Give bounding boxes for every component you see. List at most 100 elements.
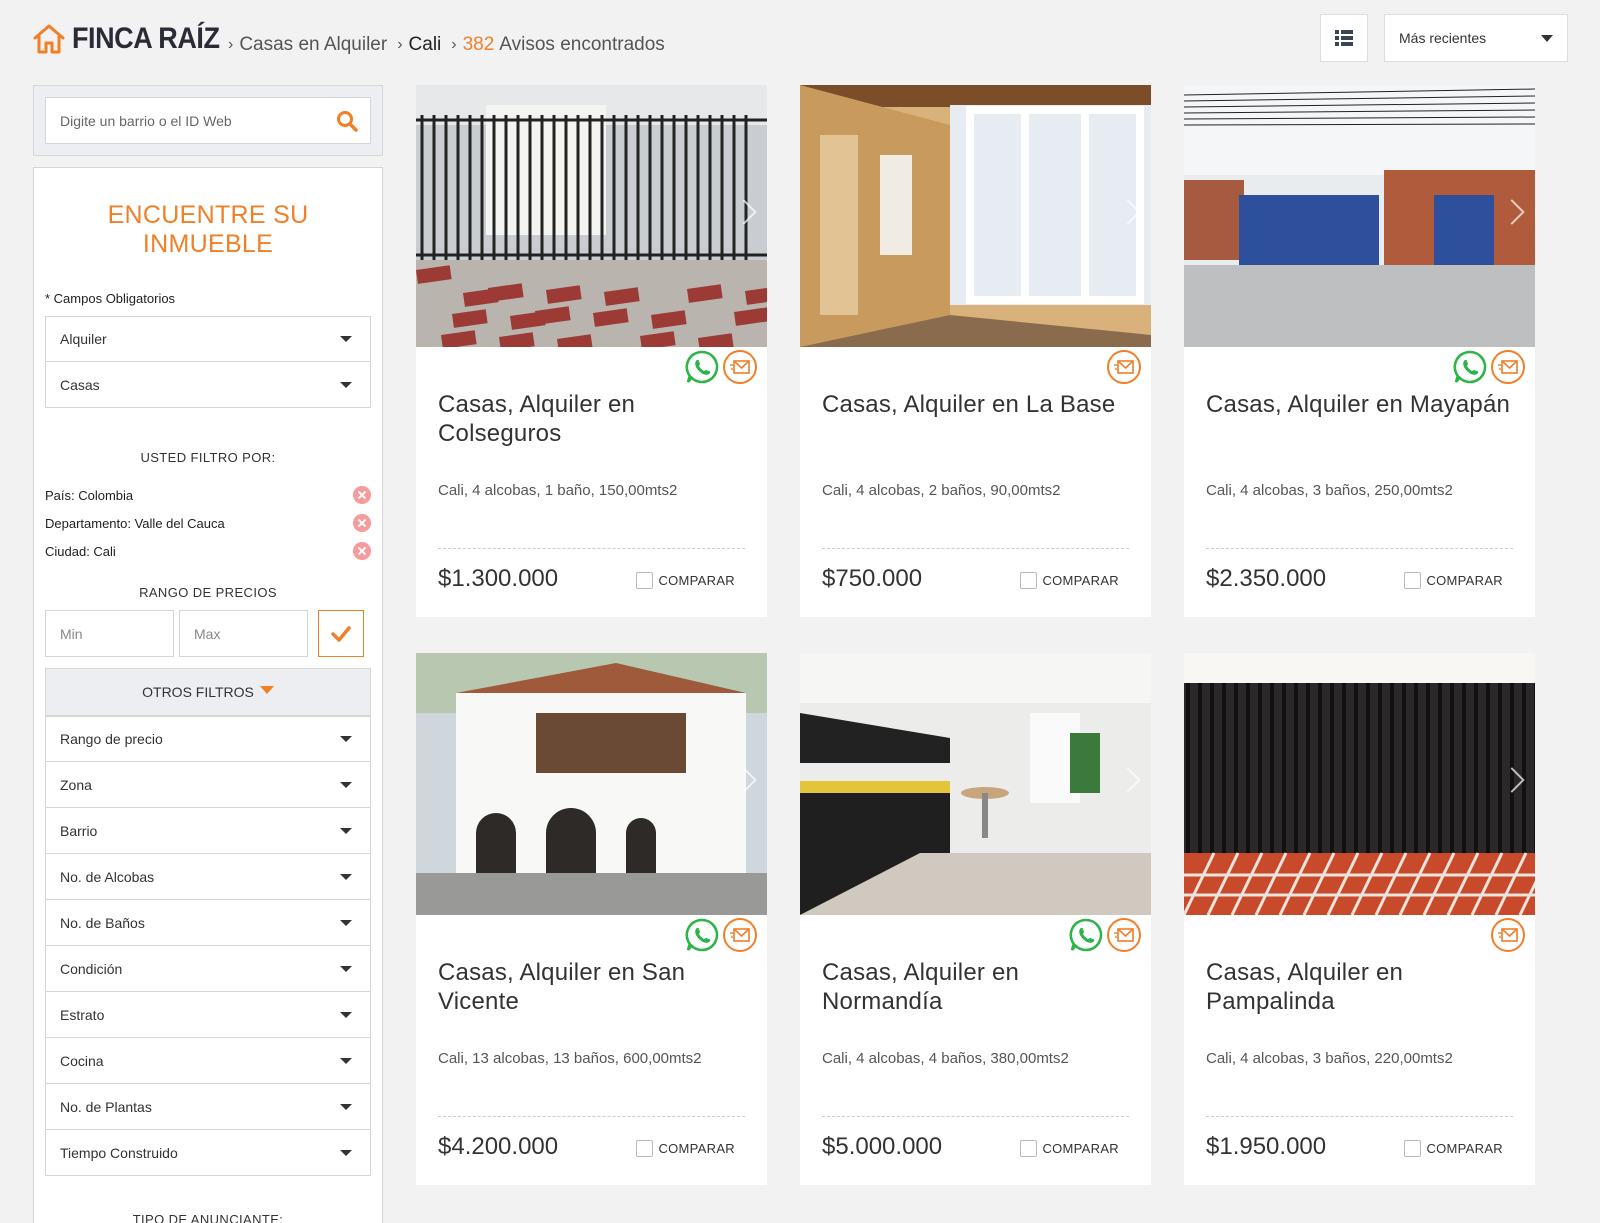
listing-photo[interactable]: [800, 85, 1151, 347]
filter-select-label: Tiempo Construido: [60, 1144, 178, 1161]
filter-select-label: Condición: [60, 960, 123, 977]
compare-checkbox[interactable]: COMPARAR: [636, 1140, 735, 1157]
listing-price: $4.200.000: [438, 1133, 559, 1160]
whatsapp-icon[interactable]: [685, 350, 719, 384]
listing-card[interactable]: Casas, Alquiler en Colseguros Cali, 4 alc…: [416, 85, 767, 617]
chevron-down-icon: [340, 873, 352, 880]
email-icon[interactable]: [1491, 918, 1525, 952]
email-icon[interactable]: [1107, 918, 1141, 952]
compare-label: COMPARAR: [1426, 573, 1503, 588]
list-view-button[interactable]: [1320, 14, 1368, 62]
compare-label: COMPARAR: [658, 1141, 735, 1156]
chevron-down-icon: [1541, 34, 1553, 42]
listing-photo-image: [416, 85, 767, 347]
filter-select[interactable]: Estrato: [45, 992, 371, 1038]
remove-filter-icon[interactable]: [353, 542, 371, 560]
listing-photo[interactable]: [800, 653, 1151, 915]
listing-photo-image: [1184, 85, 1535, 347]
listing-photo-image: [416, 653, 767, 915]
listing-card[interactable]: Casas, Alquiler en La Base Cali, 4 alcoba…: [800, 85, 1151, 617]
filter-select[interactable]: No. de Baños: [45, 900, 371, 946]
whatsapp-icon[interactable]: [1453, 350, 1487, 384]
listing-photo[interactable]: [416, 653, 767, 915]
filter-select[interactable]: No. de Plantas: [45, 1084, 371, 1130]
compare-checkbox[interactable]: COMPARAR: [1020, 572, 1119, 589]
required-note: * Campos Obligatorios: [45, 291, 176, 306]
checkbox-icon[interactable]: [1404, 572, 1422, 589]
listing-price: $1.300.000: [438, 565, 559, 592]
other-filters-toggle[interactable]: OTROS FILTROS: [45, 668, 371, 716]
result-count: 382: [462, 34, 495, 55]
listing-photo[interactable]: [1184, 85, 1535, 347]
listing-title[interactable]: Casas, Alquiler en Colseguros: [438, 390, 748, 448]
breadcrumb: › Casas en Alquiler › Cali › 382 Avisos …: [218, 34, 665, 56]
active-filter: Ciudad: Cali: [45, 537, 371, 565]
whatsapp-icon[interactable]: [1069, 918, 1103, 952]
checkbox-icon[interactable]: [636, 572, 654, 589]
checkbox-icon[interactable]: [1020, 572, 1038, 589]
filter-select[interactable]: No. de Alcobas: [45, 854, 371, 900]
filter-select-label: Estrato: [60, 1006, 105, 1023]
compare-checkbox[interactable]: COMPARAR: [1404, 572, 1503, 589]
listing-photo-image: [800, 85, 1151, 347]
listing-details: Cali, 4 alcobas, 3 baños, 250,00mts2: [1206, 482, 1453, 499]
other-filters-label: OTROS FILTROS: [142, 684, 254, 700]
checkbox-icon[interactable]: [1404, 1140, 1422, 1157]
property-type-value: Casas: [60, 376, 100, 393]
email-icon[interactable]: [1107, 350, 1141, 384]
logo[interactable]: FINCA RAÍZ: [32, 22, 236, 56]
apply-price-button[interactable]: [318, 610, 364, 657]
filter-panel-title: ENCUENTRE SU INMUEBLE: [107, 201, 309, 258]
filter-select[interactable]: Condición: [45, 946, 371, 992]
operation-select[interactable]: Alquiler: [45, 316, 371, 362]
compare-checkbox[interactable]: COMPARAR: [1404, 1140, 1503, 1157]
price-max-placeholder: Max: [194, 625, 221, 642]
listing-details: Cali, 4 alcobas, 1 baño, 150,00mts2: [438, 482, 678, 499]
listing-photo[interactable]: [416, 85, 767, 347]
listing-price: $1.950.000: [1206, 1133, 1327, 1160]
search-input[interactable]: Digite un barrio o el ID Web: [45, 97, 371, 144]
filter-select[interactable]: Rango de precio: [45, 716, 371, 762]
chevron-down-icon: [340, 781, 352, 788]
search-icon[interactable]: [336, 110, 358, 132]
listing-title[interactable]: Casas, Alquiler en Mayapán: [1206, 390, 1516, 419]
price-range-title: RANGO DE PRECIOS: [139, 585, 277, 600]
filter-select[interactable]: Barrio: [45, 808, 371, 854]
required-selects: Alquiler Casas: [45, 316, 371, 408]
checkbox-icon[interactable]: [636, 1140, 654, 1157]
filter-select[interactable]: Zona: [45, 762, 371, 808]
listing-title[interactable]: Casas, Alquiler en La Base: [822, 390, 1132, 419]
filter-select[interactable]: Cocina: [45, 1038, 371, 1084]
breadcrumb-item-cali[interactable]: Cali: [409, 34, 442, 56]
listing-card[interactable]: Casas, Alquiler en Mayapán Cali, 4 alcoba…: [1184, 85, 1535, 617]
price-max-input[interactable]: Max: [179, 610, 308, 657]
listing-photo-image: [1184, 653, 1535, 915]
remove-filter-icon[interactable]: [353, 514, 371, 532]
listing-title[interactable]: Casas, Alquiler en Pampalinda: [1206, 958, 1516, 1016]
email-icon[interactable]: [1491, 350, 1525, 384]
property-type-select[interactable]: Casas: [45, 362, 371, 408]
compare-checkbox[interactable]: COMPARAR: [636, 572, 735, 589]
checkbox-icon[interactable]: [1020, 1140, 1038, 1157]
listing-title[interactable]: Casas, Alquiler en San Vicente: [438, 958, 748, 1016]
whatsapp-icon[interactable]: [685, 918, 719, 952]
active-filter-label: País: Colombia: [45, 487, 134, 503]
listing-details: Cali, 4 alcobas, 4 baños, 380,00mts2: [822, 1050, 1069, 1067]
sort-dropdown[interactable]: Más recientes: [1384, 14, 1568, 62]
breadcrumb-item-casas[interactable]: Casas en Alquiler: [239, 34, 387, 56]
filter-select[interactable]: Tiempo Construido: [45, 1130, 371, 1176]
filter-select-label: No. de Alcobas: [60, 868, 155, 885]
email-icon[interactable]: [723, 918, 757, 952]
listing-photo-image: [800, 653, 1151, 915]
listing-card[interactable]: Casas, Alquiler en Pampalinda Cali, 4 alc…: [1184, 653, 1535, 1185]
listing-title[interactable]: Casas, Alquiler en Normandía: [822, 958, 1132, 1016]
listing-card[interactable]: Casas, Alquiler en Normandía Cali, 4 alco…: [800, 653, 1151, 1185]
other-filters-list: Rango de precio Zona Barrio No. de Alcobas N…: [45, 716, 371, 1176]
email-icon[interactable]: [723, 350, 757, 384]
remove-filter-icon[interactable]: [353, 486, 371, 504]
listing-card[interactable]: Casas, Alquiler en San Vicente Cali, 13 a…: [416, 653, 767, 1185]
compare-checkbox[interactable]: COMPARAR: [1020, 1140, 1119, 1157]
listing-photo[interactable]: [1184, 653, 1535, 915]
listing-price: $2.350.000: [1206, 565, 1327, 592]
price-min-input[interactable]: Min: [45, 610, 174, 657]
